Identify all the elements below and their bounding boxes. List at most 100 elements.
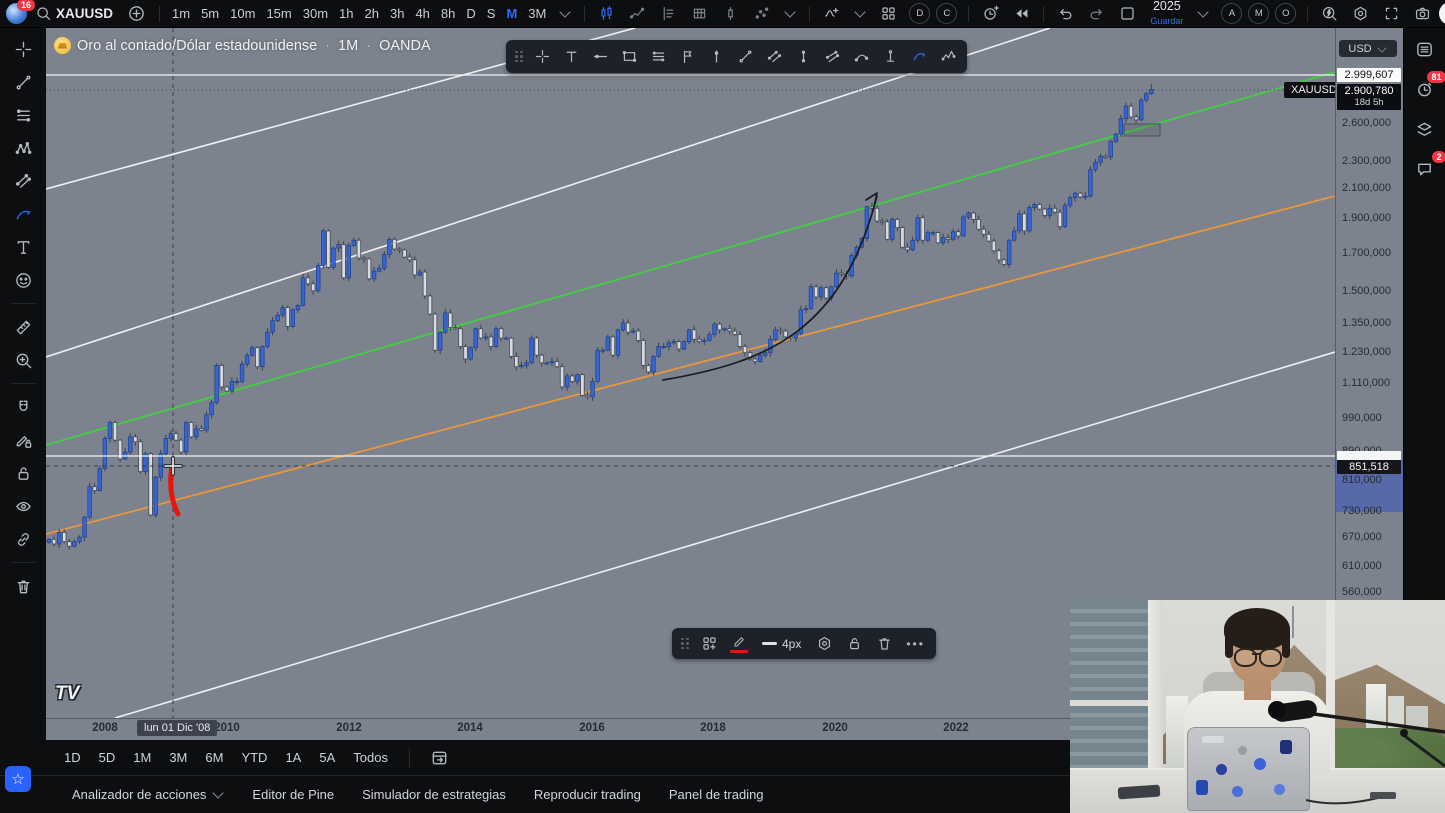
drawing-settings-button[interactable] <box>810 630 838 657</box>
chart-type-scatter-button[interactable] <box>747 3 776 24</box>
remove-drawings-tool[interactable] <box>7 575 39 597</box>
currency-unit-button[interactable]: USD <box>1339 40 1397 57</box>
drawing-lock-button[interactable] <box>840 630 868 657</box>
chat-button[interactable]: 2 <box>1410 156 1440 182</box>
drawing-color-button[interactable] <box>725 630 753 657</box>
time-tick-2022[interactable]: 2022 <box>943 722 969 734</box>
interval-button-D[interactable]: D <box>461 4 480 23</box>
fav-text-tool[interactable] <box>557 43 585 70</box>
chart-type-menu-button[interactable] <box>778 9 802 18</box>
time-tick-2020[interactable]: 2020 <box>822 722 848 734</box>
fav-crosshair-tool[interactable] <box>528 43 556 70</box>
fav-horizontal-line-tool[interactable] <box>586 43 614 70</box>
emoji-tool[interactable] <box>7 269 39 291</box>
fav-vertical-line-tool[interactable] <box>702 43 730 70</box>
interval-button-30m[interactable]: 30m <box>298 4 333 23</box>
publish-button[interactable]: Publicar <box>1439 2 1445 25</box>
measure-tool[interactable] <box>7 316 39 338</box>
user-avatar[interactable]: 16 <box>6 3 27 24</box>
letter-button-D[interactable]: D <box>909 3 930 24</box>
fav-curve-tool[interactable] <box>847 43 875 70</box>
letter-button-M[interactable]: M <box>1248 3 1269 24</box>
text-tool[interactable] <box>7 236 39 258</box>
chart-type-area-button[interactable] <box>654 3 683 24</box>
tab-simulador-de-estrategias[interactable]: Simulador de estrategias <box>352 783 516 806</box>
undo-button[interactable] <box>1051 3 1080 24</box>
redo-button[interactable] <box>1082 3 1111 24</box>
range-button-Todos[interactable]: Todos <box>346 747 395 768</box>
lock-all-tool[interactable] <box>7 462 39 484</box>
alert-button[interactable] <box>976 3 1005 24</box>
layout-select-button[interactable] <box>1113 3 1142 24</box>
hide-drawings-tool[interactable] <box>7 495 39 517</box>
indicators-menu-button[interactable] <box>848 9 872 18</box>
chart-legend[interactable]: Oro al contado/Dólar estadounidense · 1M… <box>54 37 431 54</box>
favorites-star-button[interactable]: ☆ <box>5 766 31 792</box>
range-button-5A[interactable]: 5A <box>312 747 342 768</box>
line-thickness-button[interactable]: 4px <box>755 637 808 651</box>
drawing-delete-button[interactable] <box>870 630 898 657</box>
chart-type-line-button[interactable] <box>623 3 652 24</box>
watchlist-button[interactable] <box>1410 36 1440 62</box>
interval-button-1m[interactable]: 1m <box>167 4 195 23</box>
time-tick-2018[interactable]: 2018 <box>700 722 726 734</box>
trendline-tool[interactable] <box>7 71 39 93</box>
snapshot-button[interactable] <box>1408 3 1437 24</box>
fav-extended-line-tool[interactable] <box>876 43 904 70</box>
chart-type-bars-button[interactable] <box>685 3 714 24</box>
replay-button[interactable] <box>1007 3 1036 24</box>
magnet-tool[interactable] <box>7 396 39 418</box>
letter-button-C[interactable]: C <box>936 3 957 24</box>
time-tick-2008[interactable]: 2008 <box>92 722 118 734</box>
drawing-lock-tool[interactable] <box>7 429 39 451</box>
fav-rectangle-tool[interactable] <box>615 43 643 70</box>
interval-button-3M[interactable]: 3M <box>523 4 551 23</box>
fib-retracement-tool[interactable] <box>7 104 39 126</box>
interval-button-1h[interactable]: 1h <box>334 4 358 23</box>
interval-button-M[interactable]: M <box>501 4 522 23</box>
range-button-6M[interactable]: 6M <box>198 747 230 768</box>
chart-type-hollow-button[interactable] <box>716 3 745 24</box>
fav-trendline-tool[interactable] <box>731 43 759 70</box>
fav-fib-tool[interactable] <box>644 43 672 70</box>
time-tick-2012[interactable]: 2012 <box>336 722 362 734</box>
object-tree-button[interactable] <box>1410 116 1440 142</box>
fav-brush-tool-active[interactable] <box>905 43 933 70</box>
drawing-template-button[interactable] <box>695 630 723 657</box>
range-button-1A[interactable]: 1A <box>278 747 308 768</box>
alerts-button[interactable]: 81 <box>1410 76 1440 102</box>
props-drag-handle[interactable] <box>677 638 693 650</box>
letter-button-O[interactable]: O <box>1275 3 1296 24</box>
tab-reproducir-trading[interactable]: Reproducir trading <box>524 783 651 806</box>
interval-button-S[interactable]: S <box>482 4 501 23</box>
range-button-YTD[interactable]: YTD <box>234 747 274 768</box>
add-symbol-button[interactable] <box>121 2 152 25</box>
indicators-button[interactable] <box>817 3 846 24</box>
letter-button-A[interactable]: A <box>1221 3 1242 24</box>
symbol-search-button[interactable]: XAUUSD <box>29 3 119 24</box>
range-button-1M[interactable]: 1M <box>126 747 158 768</box>
goto-date-button[interactable] <box>424 746 455 769</box>
fav-disjoint-channel-tool[interactable] <box>818 43 846 70</box>
interval-button-4h[interactable]: 4h <box>410 4 434 23</box>
time-tick-2014[interactable]: 2014 <box>457 722 483 734</box>
crosshair-tool[interactable] <box>7 38 39 60</box>
interval-button-2h[interactable]: 2h <box>360 4 384 23</box>
interval-button-3h[interactable]: 3h <box>385 4 409 23</box>
range-button-3M[interactable]: 3M <box>162 747 194 768</box>
save-menu-button[interactable] <box>1191 9 1215 18</box>
tab-editor-de-pine[interactable]: Editor de Pine <box>242 783 344 806</box>
range-button-1D[interactable]: 1D <box>57 747 88 768</box>
quick-search-button[interactable] <box>1315 3 1344 24</box>
toolbar-drag-handle[interactable] <box>511 51 527 63</box>
save-layout-button[interactable]: 2025 Guardar <box>1144 0 1189 28</box>
chart-type-candles-button[interactable] <box>592 3 621 24</box>
parallel-channel-tool[interactable] <box>7 170 39 192</box>
interval-button-5m[interactable]: 5m <box>196 4 224 23</box>
fullscreen-button[interactable] <box>1377 3 1406 24</box>
tab-panel-de-trading[interactable]: Panel de trading <box>659 783 774 806</box>
interval-button-15m[interactable]: 15m <box>261 4 296 23</box>
zoom-in-tool[interactable] <box>7 349 39 371</box>
settings-button[interactable] <box>1346 3 1375 24</box>
link-drawings-tool[interactable] <box>7 528 39 550</box>
